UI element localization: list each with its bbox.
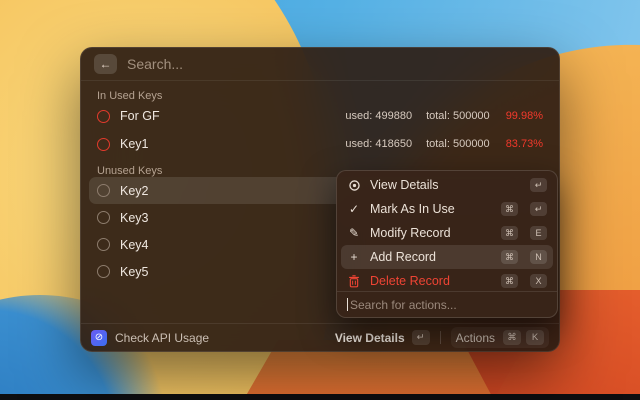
key-name: Key3 — [120, 210, 149, 225]
section-label-in-used-keys: In Used Keys — [97, 90, 163, 102]
k-key-icon: K — [526, 330, 544, 345]
actions-search-placeholder: Search for actions... — [350, 297, 457, 312]
trash-icon — [347, 274, 361, 288]
key-name: Key5 — [120, 264, 149, 279]
key-unused-status-icon — [97, 238, 110, 251]
return-key-icon: ↵ — [530, 178, 547, 192]
menu-item-delete-record[interactable]: Delete Record ⌘ X — [341, 269, 553, 291]
search-header: ← — [81, 48, 559, 81]
command-key-icon: ⌘ — [501, 274, 518, 288]
menu-item-label: View Details — [370, 178, 439, 192]
x-key-icon: X — [530, 274, 547, 288]
actions-search-field[interactable]: Search for actions... — [337, 291, 557, 317]
command-key-icon: ⌘ — [501, 250, 518, 264]
total-count: total: 500000 — [426, 110, 490, 122]
command-key-icon: ⌘ — [501, 226, 518, 240]
key-name: Key1 — [120, 137, 149, 151]
usage-percent: 83.73% — [505, 138, 543, 150]
extension-app-icon: ⊘ — [91, 329, 107, 346]
footer-divider — [439, 331, 441, 344]
total-count: total: 500000 — [426, 138, 490, 150]
return-key-icon: ↵ — [530, 202, 547, 216]
menu-item-view-details[interactable]: View Details ↵ — [341, 173, 553, 197]
key-unused-status-icon — [97, 211, 110, 224]
list-item-for-gf[interactable]: For GF used: 499880 total: 500000 99.98% — [89, 102, 551, 130]
view-details-button[interactable]: View Details ↵ — [335, 330, 430, 345]
menu-item-modify-record[interactable]: ✎ Modify Record ⌘ E — [341, 221, 553, 245]
menu-item-add-record[interactable]: + Add Record ⌘ N — [341, 245, 553, 269]
command-key-icon: ⌘ — [503, 330, 521, 345]
n-key-icon: N — [530, 250, 547, 264]
check-icon: ✓ — [348, 202, 360, 216]
back-button[interactable]: ← — [94, 54, 117, 74]
menu-item-mark-as-in-use[interactable]: ✓ Mark As In Use ⌘ ↵ — [341, 197, 553, 221]
view-details-label: View Details — [334, 330, 405, 345]
plus-icon: + — [350, 250, 358, 264]
actions-menu: View Details ↵ ✓ Mark As In Use ⌘ ↵ ✎ Mo… — [336, 170, 558, 318]
menu-item-label: Modify Record — [370, 226, 451, 240]
back-arrow-icon: ← — [99, 57, 112, 71]
used-count: used: 499880 — [345, 110, 413, 122]
pencil-icon: ✎ — [348, 226, 360, 240]
key-used-status-icon — [97, 137, 110, 151]
extension-name: Check API Usage — [115, 330, 210, 345]
key-name: For GF — [120, 109, 160, 123]
used-count: used: 418650 — [345, 138, 413, 150]
menu-item-label: Delete Record — [370, 274, 450, 288]
search-input[interactable] — [127, 56, 546, 72]
actions-menu-list: View Details ↵ ✓ Mark As In Use ⌘ ↵ ✎ Mo… — [337, 171, 557, 291]
e-key-icon: E — [530, 226, 547, 240]
app-logo-icon: ⊘ — [94, 332, 104, 343]
actions-button[interactable]: Actions ⌘ K — [450, 327, 549, 348]
menu-item-label: Mark As In Use — [370, 202, 455, 216]
list-item-key1[interactable]: Key1 used: 418650 total: 500000 83.73% — [89, 130, 551, 158]
window-footer: ⊘ Check API Usage View Details ↵ Actions… — [81, 323, 559, 351]
key-used-status-icon — [97, 109, 110, 123]
key-unused-status-icon — [97, 265, 110, 278]
command-key-icon: ⌘ — [501, 202, 518, 216]
menu-item-label: Add Record — [370, 250, 437, 264]
return-key-icon: ↵ — [411, 330, 430, 345]
eye-icon — [347, 179, 361, 192]
key-name: Key4 — [120, 237, 149, 252]
actions-label: Actions — [455, 330, 495, 345]
text-cursor — [347, 298, 348, 311]
usage-percent: 99.98% — [505, 110, 543, 122]
screen-bottom-strip — [0, 394, 640, 400]
key-unused-status-icon — [97, 184, 110, 197]
key-name: Key2 — [120, 183, 149, 198]
